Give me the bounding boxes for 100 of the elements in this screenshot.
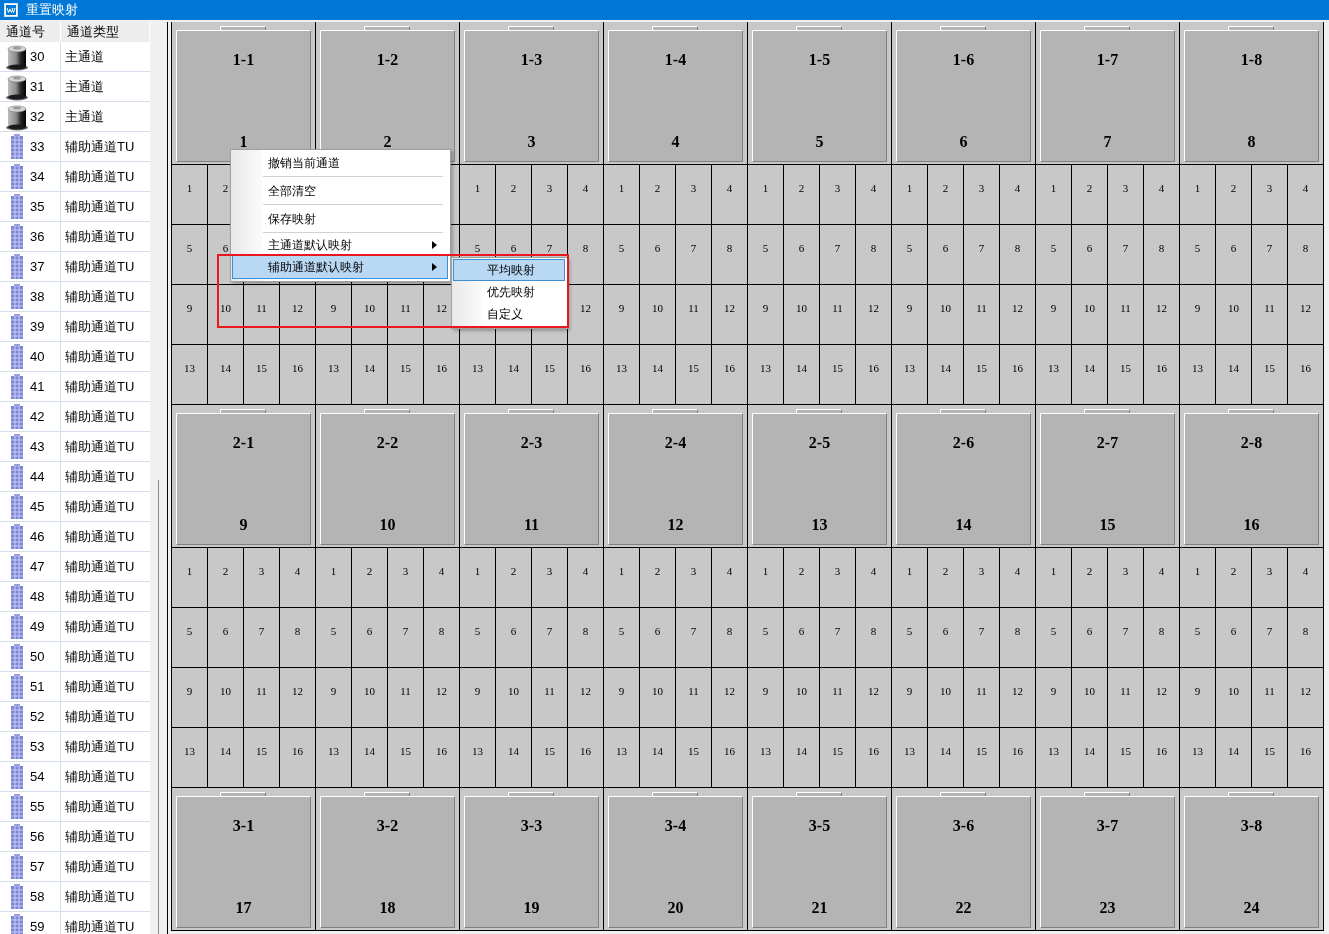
slot-cell[interactable]: 15 — [532, 345, 568, 405]
slot-cell[interactable]: 16 — [1144, 345, 1180, 405]
slot-cell[interactable]: 10 — [352, 285, 388, 345]
slot-cell[interactable]: 8 — [424, 608, 460, 668]
slot-cell[interactable]: 5 — [748, 608, 784, 668]
slot-cell[interactable]: 14 — [640, 728, 676, 788]
slot-cell[interactable]: 16 — [1144, 728, 1180, 788]
slot-cell[interactable]: 3 — [676, 548, 712, 608]
slot-cell[interactable]: 5 — [316, 608, 352, 668]
slot-cell[interactable]: 15 — [1252, 345, 1288, 405]
slot-cell[interactable]: 16 — [424, 728, 460, 788]
slot-cell[interactable]: 2 — [1216, 548, 1252, 608]
slot-cell[interactable]: 12 — [280, 668, 316, 728]
slot-cell[interactable]: 12 — [424, 668, 460, 728]
slot-cell[interactable]: 5 — [892, 608, 928, 668]
slot-cell[interactable]: 5 — [604, 225, 640, 285]
slot-cell[interactable]: 14 — [208, 345, 244, 405]
slot-cell[interactable]: 1 — [1036, 165, 1072, 225]
slot-cell[interactable]: 11 — [676, 668, 712, 728]
slot-cell[interactable]: 13 — [172, 728, 208, 788]
slot-cell[interactable]: 8 — [568, 608, 604, 668]
slot-cell[interactable]: 10 — [496, 668, 532, 728]
slot-cell[interactable]: 16 — [1000, 728, 1036, 788]
slot-cell[interactable]: 14 — [352, 728, 388, 788]
slot-cell[interactable]: 16 — [856, 728, 892, 788]
slot-cell[interactable]: 12 — [1144, 668, 1180, 728]
slot-cell[interactable]: 6 — [928, 608, 964, 668]
slot-cell[interactable]: 7 — [388, 608, 424, 668]
slot-cell[interactable]: 15 — [964, 728, 1000, 788]
slot-cell[interactable]: 13 — [748, 345, 784, 405]
slot-cell[interactable]: 16 — [568, 728, 604, 788]
slot-cell[interactable]: 1 — [1036, 548, 1072, 608]
slot-cell[interactable]: 2 — [208, 548, 244, 608]
slot-cell[interactable]: 6 — [784, 225, 820, 285]
slot-cell[interactable]: 12 — [712, 285, 748, 345]
slot-cell[interactable]: 9 — [460, 668, 496, 728]
slot-cell[interactable]: 15 — [388, 345, 424, 405]
slot-cell[interactable]: 8 — [1288, 608, 1324, 668]
slot-cell[interactable]: 3 — [532, 165, 568, 225]
slot-cell[interactable]: 16 — [856, 345, 892, 405]
slot-cell[interactable]: 15 — [820, 345, 856, 405]
slot-cell[interactable]: 12 — [1144, 285, 1180, 345]
slot-cell[interactable]: 10 — [928, 285, 964, 345]
slot-cell[interactable]: 3 — [1252, 548, 1288, 608]
slot-cell[interactable]: 7 — [1108, 608, 1144, 668]
slot-cell[interactable]: 2 — [352, 548, 388, 608]
slot-cell[interactable]: 10 — [352, 668, 388, 728]
slot-cell[interactable]: 3 — [244, 548, 280, 608]
slot-cell[interactable]: 11 — [1108, 668, 1144, 728]
slot-cell[interactable]: 4 — [856, 165, 892, 225]
slot-cell[interactable]: 14 — [496, 345, 532, 405]
slot-cell[interactable]: 14 — [496, 728, 532, 788]
slot-cell[interactable]: 15 — [676, 728, 712, 788]
slot-cell[interactable]: 9 — [748, 668, 784, 728]
slot-cell[interactable]: 5 — [604, 608, 640, 668]
slot-cell[interactable]: 4 — [280, 548, 316, 608]
scroll-thumb[interactable] — [158, 480, 159, 934]
slot-cell[interactable]: 13 — [1036, 728, 1072, 788]
slot-cell[interactable]: 9 — [604, 285, 640, 345]
slot-cell[interactable]: 1 — [1180, 165, 1216, 225]
slot-cell[interactable]: 11 — [388, 668, 424, 728]
slot-cell[interactable]: 13 — [892, 345, 928, 405]
slot-cell[interactable]: 1 — [892, 548, 928, 608]
slot-cell[interactable]: 8 — [1144, 225, 1180, 285]
slot-cell[interactable]: 8 — [1000, 608, 1036, 668]
slot-cell[interactable]: 3 — [676, 165, 712, 225]
slot-cell[interactable]: 1 — [748, 165, 784, 225]
slot-cell[interactable]: 9 — [892, 668, 928, 728]
slot-cell[interactable]: 10 — [1216, 285, 1252, 345]
slot-cell[interactable]: 7 — [1252, 225, 1288, 285]
slot-cell[interactable]: 6 — [928, 225, 964, 285]
slot-cell[interactable]: 2 — [928, 165, 964, 225]
slot-cell[interactable]: 9 — [172, 668, 208, 728]
slot-cell[interactable]: 16 — [1288, 345, 1324, 405]
slot-cell[interactable]: 6 — [1216, 608, 1252, 668]
slot-cell[interactable]: 12 — [1000, 285, 1036, 345]
slot-cell[interactable]: 10 — [208, 668, 244, 728]
slot-cell[interactable]: 1 — [748, 548, 784, 608]
slot-cell[interactable]: 12 — [712, 668, 748, 728]
slot-cell[interactable]: 6 — [352, 608, 388, 668]
slot-cell[interactable]: 6 — [208, 608, 244, 668]
slot-cell[interactable]: 11 — [1252, 668, 1288, 728]
column-header[interactable]: 通道号 — [0, 22, 61, 42]
slot-cell[interactable]: 12 — [568, 285, 604, 345]
slot-cell[interactable]: 16 — [1000, 345, 1036, 405]
slot-cell[interactable]: 12 — [1000, 668, 1036, 728]
slot-cell[interactable]: 7 — [1108, 225, 1144, 285]
slot-cell[interactable]: 9 — [892, 285, 928, 345]
slot-cell[interactable]: 10 — [784, 285, 820, 345]
slot-cell[interactable]: 13 — [892, 728, 928, 788]
slot-cell[interactable]: 11 — [244, 285, 280, 345]
slot-cell[interactable]: 3 — [820, 548, 856, 608]
slot-cell[interactable]: 14 — [640, 345, 676, 405]
slot-cell[interactable]: 8 — [856, 225, 892, 285]
slot-cell[interactable]: 4 — [1000, 548, 1036, 608]
slot-cell[interactable]: 2 — [640, 548, 676, 608]
slot-cell[interactable]: 4 — [856, 548, 892, 608]
slot-cell[interactable]: 9 — [172, 285, 208, 345]
slot-cell[interactable]: 16 — [280, 345, 316, 405]
slot-cell[interactable]: 15 — [388, 728, 424, 788]
